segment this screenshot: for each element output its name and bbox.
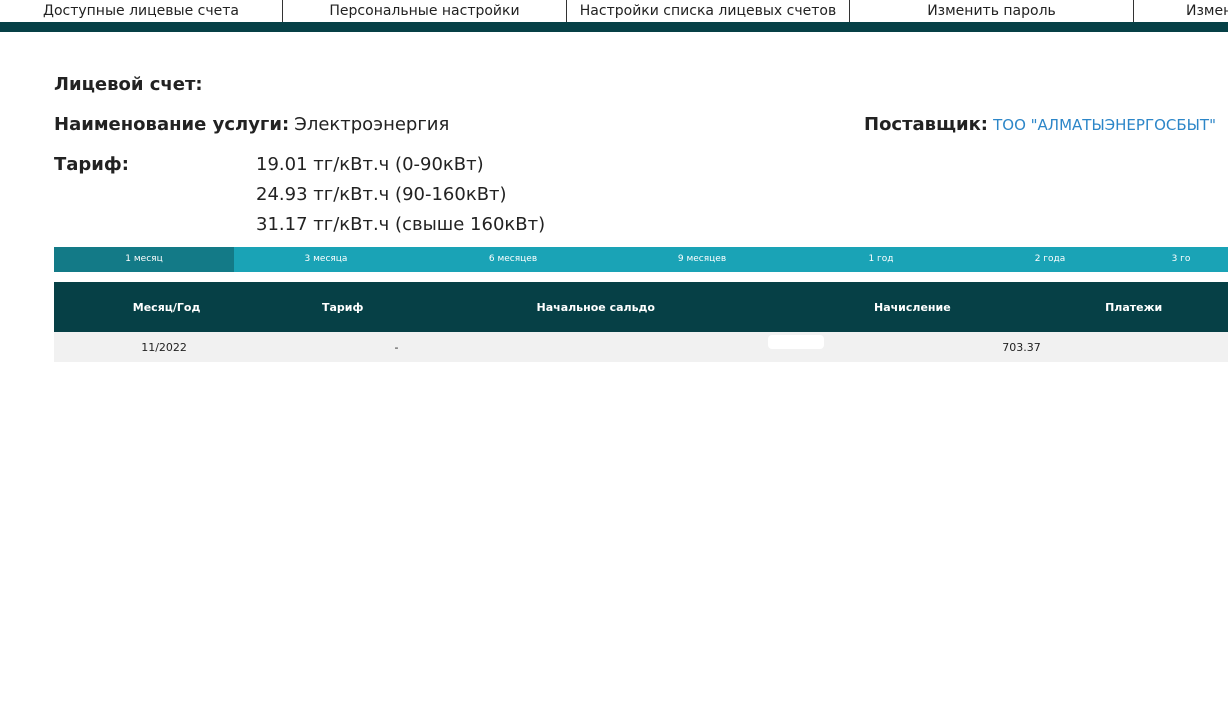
col-charge: Начисление: [874, 300, 951, 314]
account-row: Лицевой счет:: [54, 72, 203, 98]
supplier-link[interactable]: ТОО "АЛМАТЫЭНЕРГОСБЫТ": [993, 116, 1216, 134]
col-payments: Платежи: [1105, 300, 1163, 314]
account-label: Лицевой счет:: [54, 74, 203, 95]
nav-personal-settings[interactable]: Персональные настройки: [283, 0, 567, 22]
tab-2-years[interactable]: 2 года: [966, 247, 1134, 272]
nav-available-accounts[interactable]: Доступные лицевые счета: [0, 0, 283, 22]
col-month-year: Месяц/Год: [132, 300, 201, 314]
service-label: Наименование услуги:: [54, 114, 290, 135]
cell-charge: 703.37: [1002, 340, 1041, 354]
period-tabs: 1 месяц 3 месяца 6 месяцев 9 месяцев 1 г…: [54, 247, 1228, 272]
history-table: Месяц/Год Тариф Начальное сальдо Начисле…: [54, 282, 1228, 362]
tariff-item: 24.93 тг/кВт.ч (90-160кВт): [256, 184, 507, 205]
supplier-label: Поставщик:: [864, 114, 988, 135]
tab-6-months[interactable]: 6 месяцев: [418, 247, 608, 272]
tab-9-months[interactable]: 9 месяцев: [608, 247, 796, 272]
table-body: 11/2022 - 703.37: [54, 332, 1228, 362]
col-tariff: Тариф: [321, 300, 364, 314]
header-divider-bar: [0, 22, 1228, 32]
redacted-value: [768, 335, 824, 349]
tab-1-month[interactable]: 1 месяц: [54, 247, 234, 272]
tab-3-years[interactable]: 3 го: [1134, 247, 1228, 272]
service-row: Наименование услуги: Электроэнергия: [54, 112, 449, 138]
table-header: Месяц/Год Тариф Начальное сальдо Начисле…: [54, 282, 1228, 332]
nav-account-list-settings[interactable]: Настройки списка лицевых счетов: [567, 0, 850, 22]
tariff-list: 19.01 тг/кВт.ч (0-90кВт) 24.93 тг/кВт.ч …: [256, 152, 545, 242]
tab-3-months[interactable]: 3 месяца: [234, 247, 418, 272]
cell-month: 11/2022: [141, 340, 187, 354]
nav-change-password[interactable]: Изменить пароль: [850, 0, 1134, 22]
tariff-row: Тариф:: [54, 152, 129, 178]
tab-1-year[interactable]: 1 год: [796, 247, 966, 272]
table-row: 11/2022 - 703.37: [54, 332, 1228, 362]
top-navigation: Доступные лицевые счета Персональные нас…: [0, 0, 1228, 22]
nav-change-truncated[interactable]: Измен: [1134, 0, 1228, 22]
tariff-label: Тариф:: [54, 154, 129, 175]
col-opening-balance: Начальное сальдо: [536, 300, 655, 314]
supplier-row: Поставщик: ТОО "АЛМАТЫЭНЕРГОСБЫТ": [864, 112, 1216, 138]
tariff-item: 19.01 тг/кВт.ч (0-90кВт): [256, 154, 484, 175]
tariff-item: 31.17 тг/кВт.ч (свыше 160кВт): [256, 214, 546, 235]
cell-tariff: -: [394, 340, 399, 354]
service-value: Электроэнергия: [294, 114, 450, 135]
